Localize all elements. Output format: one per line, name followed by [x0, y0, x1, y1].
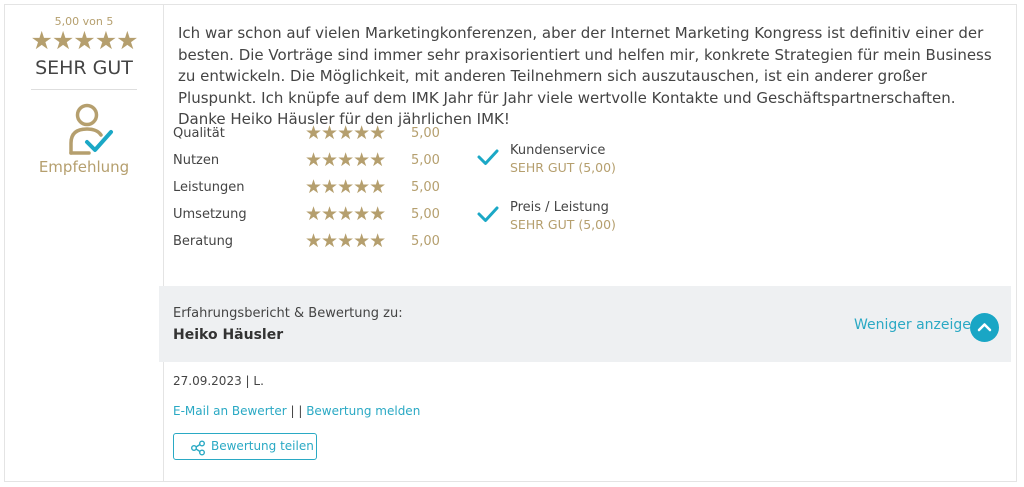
service-rating: Preis / Leistung SEHR GUT (5,00): [476, 200, 676, 240]
review-meta: 27.09.2023 | L.: [173, 374, 264, 388]
summary-panel: 5,00 von 5 ★★★★★ SEHR GUT Empfehlung: [5, 5, 164, 481]
criteria-stars: ★★★★★: [305, 122, 386, 144]
criteria-stars: ★★★★★: [305, 203, 386, 225]
review-text: Ich war schon auf vielen Marketingkonfer…: [178, 24, 992, 128]
collapse-button[interactable]: [970, 313, 999, 342]
service-name: Preis / Leistung: [510, 200, 609, 215]
report-review-link[interactable]: Bewertung melden: [306, 404, 420, 418]
share-review-button[interactable]: Bewertung teilen: [173, 433, 317, 460]
reviewed-entity-name: Heiko Häusler: [173, 327, 284, 343]
link-separator: | |: [286, 404, 307, 418]
criteria-row: Umsetzung ★★★★★ 5,00: [173, 203, 473, 225]
review-actions: E-Mail an Bewerter | | Bewertung melden: [173, 404, 420, 418]
chevron-up-icon: [977, 323, 992, 332]
criteria-value: 5,00: [411, 126, 440, 141]
rating-word: SEHR GUT: [35, 57, 133, 79]
criteria-value: 5,00: [411, 153, 440, 168]
checkmark-icon: [477, 149, 499, 165]
criteria-name: Umsetzung: [173, 207, 247, 222]
show-less-link[interactable]: Weniger anzeigen: [854, 317, 980, 333]
criteria-value: 5,00: [411, 234, 440, 249]
service-rating: Kundenservice SEHR GUT (5,00): [476, 143, 676, 183]
criteria-value: 5,00: [411, 180, 440, 195]
share-review-label: Bewertung teilen: [211, 439, 314, 453]
criteria-name: Nutzen: [173, 153, 220, 168]
service-name: Kundenservice: [510, 143, 606, 158]
criteria-stars: ★★★★★: [305, 149, 386, 171]
criteria-value: 5,00: [411, 207, 440, 222]
share-icon: [191, 440, 205, 456]
criteria-name: Qualität: [173, 126, 225, 141]
user-check-icon: [67, 101, 117, 157]
criteria-row: Leistungen ★★★★★ 5,00: [173, 176, 473, 198]
criteria-stars: ★★★★★: [305, 230, 386, 252]
email-reviewer-link[interactable]: E-Mail an Bewerter: [173, 404, 287, 418]
service-value: SEHR GUT (5,00): [510, 217, 616, 232]
criteria-name: Leistungen: [173, 180, 245, 195]
criteria-name: Beratung: [173, 234, 234, 249]
divider: [31, 89, 137, 90]
reviewed-entity-bar: Erfahrungsbericht & Bewertung zu: Heiko …: [159, 286, 1011, 362]
criteria-row: Beratung ★★★★★ 5,00: [173, 230, 473, 252]
checkmark-icon: [477, 206, 499, 222]
criteria-row: Qualität ★★★★★ 5,00: [173, 122, 473, 144]
reviewed-entity-label: Erfahrungsbericht & Bewertung zu:: [173, 306, 403, 321]
overall-stars: ★★★★★: [30, 26, 138, 55]
recommendation-label: Empfehlung: [38, 158, 130, 176]
service-value: SEHR GUT (5,00): [510, 160, 616, 175]
criteria-stars: ★★★★★: [305, 176, 386, 198]
review-card: 5,00 von 5 ★★★★★ SEHR GUT Empfehlung Ich…: [4, 4, 1017, 482]
criteria-row: Nutzen ★★★★★ 5,00: [173, 149, 473, 171]
